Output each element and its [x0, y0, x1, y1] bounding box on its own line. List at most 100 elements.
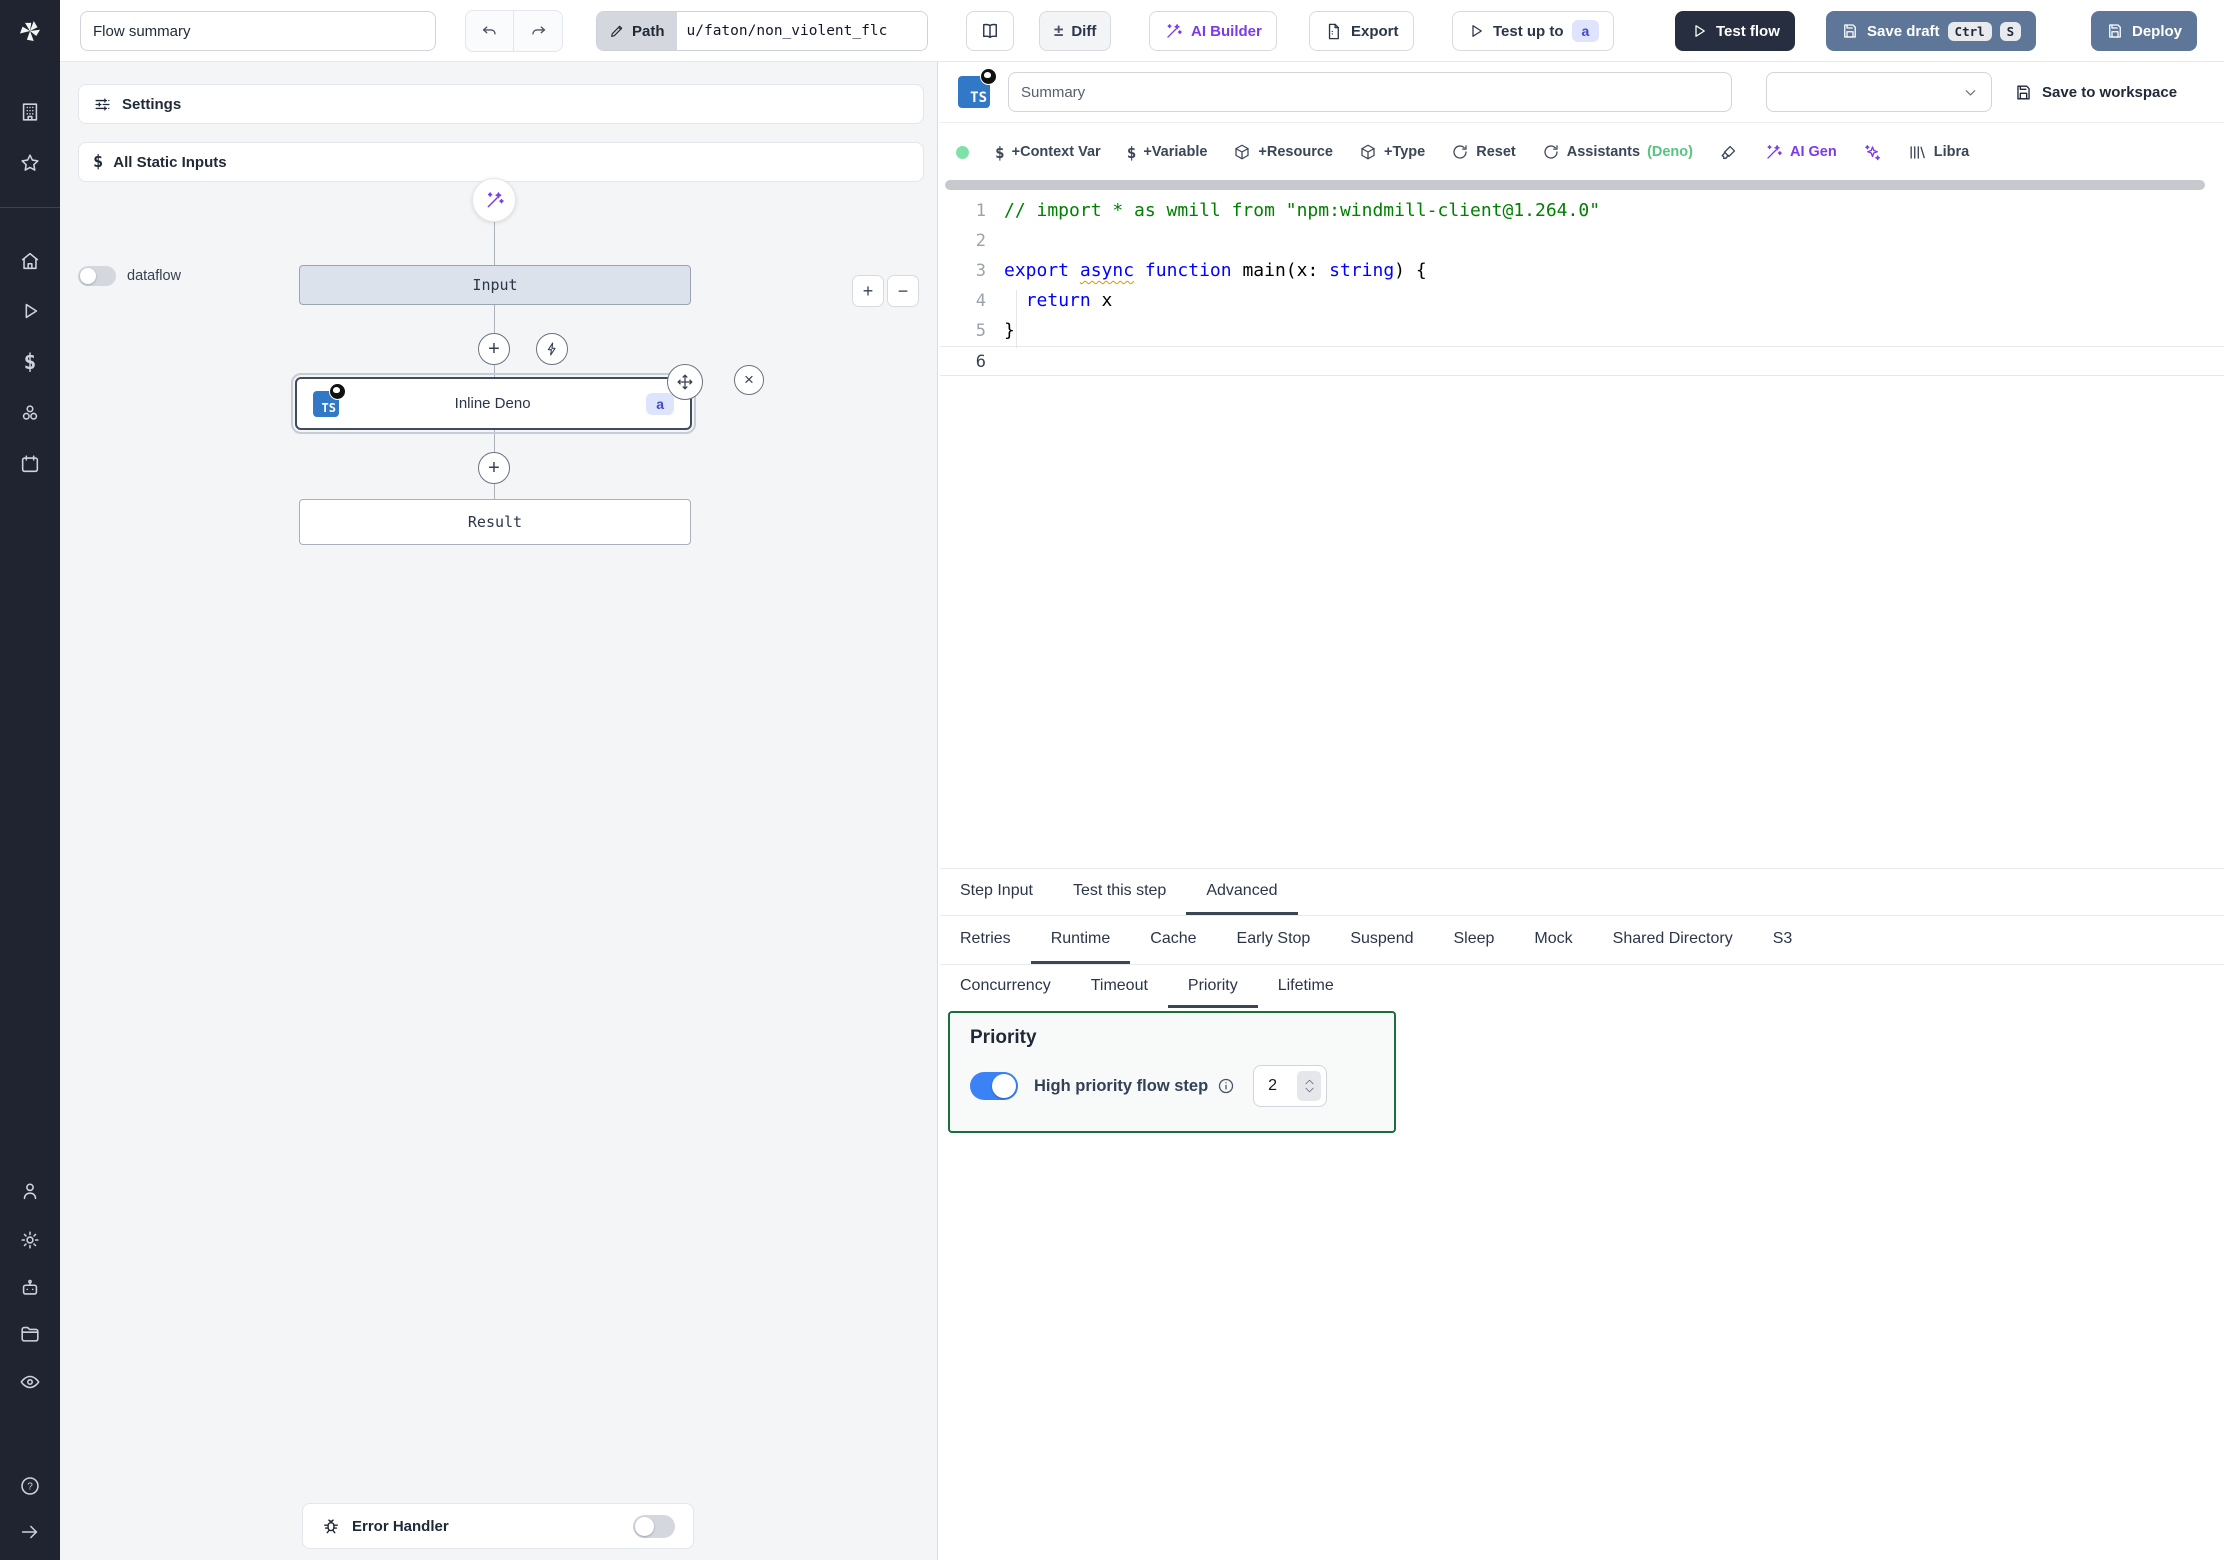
topbar: Flow summary Path u/faton/non_violent_fl… — [60, 0, 2224, 62]
assistants-button[interactable]: Assistants(Deno) — [1542, 143, 1693, 161]
line-number: 1 — [940, 196, 1000, 226]
ai-flow-wand-button[interactable] — [472, 178, 516, 222]
variables-dollar-icon[interactable]: $ — [0, 342, 60, 382]
workspace-icon[interactable] — [0, 92, 60, 132]
all-static-inputs-button[interactable]: $ All Static Inputs — [78, 142, 924, 182]
code-line[interactable]: 3export async function main(x: string) { — [940, 256, 2224, 286]
result-node[interactable]: Result — [299, 499, 691, 545]
library-button[interactable]: Libra — [1908, 143, 1969, 162]
code-line[interactable]: 1// import * as wmill from "npm:windmill… — [940, 196, 2224, 226]
ai-gen-button[interactable]: AI Gen — [1764, 143, 1837, 162]
error-handler-card[interactable]: Error Handler — [302, 1503, 694, 1549]
tab-s3[interactable]: S3 — [1753, 917, 1813, 964]
zoom-out-button[interactable]: − — [887, 275, 919, 307]
add-type-button[interactable]: +Type — [1359, 143, 1425, 161]
info-icon[interactable] — [1217, 1077, 1235, 1095]
path-button[interactable]: Path u/faton/non_violent_flc — [596, 11, 928, 51]
high-priority-toggle[interactable] — [970, 1072, 1018, 1100]
code-editor[interactable]: 1// import * as wmill from "npm:windmill… — [940, 196, 2224, 868]
delete-step-button[interactable]: × — [734, 365, 764, 395]
runs-play-icon[interactable] — [0, 291, 60, 331]
help-icon[interactable]: ? — [0, 1466, 60, 1506]
step-tabs: Step InputTest this stepAdvanced — [940, 868, 2224, 916]
sidebar-divider — [0, 207, 60, 208]
path-value: u/faton/non_violent_flc — [677, 12, 927, 50]
tab-early-stop[interactable]: Early Stop — [1217, 917, 1331, 964]
expand-arrow-icon[interactable] — [0, 1512, 60, 1552]
move-step-button[interactable] — [667, 364, 703, 400]
sparkles-icon[interactable] — [1863, 143, 1882, 162]
editor-horizontal-scrollbar[interactable] — [940, 179, 2224, 191]
tab-priority[interactable]: Priority — [1168, 966, 1258, 1008]
deploy-button[interactable]: Deploy — [2091, 11, 2197, 51]
priority-number-input[interactable]: 2 — [1253, 1065, 1327, 1107]
flow-settings-button[interactable]: Settings — [78, 84, 924, 124]
tab-shared-directory[interactable]: Shared Directory — [1593, 917, 1753, 964]
workers-robot-icon[interactable] — [0, 1268, 60, 1308]
tab-sleep[interactable]: Sleep — [1434, 917, 1515, 964]
error-handler-toggle[interactable] — [633, 1515, 675, 1538]
tab-mock[interactable]: Mock — [1514, 917, 1592, 964]
home-icon[interactable] — [0, 241, 60, 281]
inline-deno-node[interactable]: TS Inline Deno a — [295, 377, 692, 430]
docs-book-button[interactable] — [966, 11, 1014, 51]
folders-icon[interactable] — [0, 1314, 60, 1354]
flow-graph-panel: Settings $ All Static Inputs dataflow + … — [60, 62, 938, 1560]
tab-step-input[interactable]: Step Input — [940, 869, 1053, 915]
add-context-var-button[interactable]: $+Context Var — [995, 143, 1101, 162]
code-line[interactable]: 2 — [940, 226, 2224, 256]
refresh-icon — [1451, 143, 1469, 161]
code-line[interactable]: 5} — [940, 316, 2224, 346]
diff-button[interactable]: ± Diff — [1039, 11, 1111, 51]
tab-test-this-step[interactable]: Test this step — [1053, 869, 1186, 915]
tab-retries[interactable]: Retries — [940, 917, 1031, 964]
number-stepper[interactable] — [1297, 1071, 1321, 1101]
tab-suspend[interactable]: Suspend — [1330, 917, 1433, 964]
tab-advanced[interactable]: Advanced — [1186, 869, 1297, 915]
test-flow-button[interactable]: Test flow — [1675, 11, 1795, 51]
line-number: 6 — [940, 347, 1000, 375]
indent-guide — [1016, 290, 1017, 348]
priority-title: Priority — [970, 1027, 1374, 1049]
code-line[interactable]: 6 — [940, 346, 2224, 376]
settings-gear-icon[interactable] — [0, 1220, 60, 1260]
windmill-logo-icon[interactable] — [0, 0, 60, 62]
export-button[interactable]: Export — [1309, 11, 1414, 51]
add-resource-button[interactable]: +Resource — [1233, 143, 1333, 161]
pencil-icon — [609, 23, 625, 39]
dataflow-toggle[interactable] — [78, 266, 116, 286]
zoom-in-button[interactable]: + — [852, 275, 884, 307]
workspace-script-select[interactable] — [1766, 72, 1992, 112]
resources-icon[interactable] — [0, 393, 60, 433]
tab-lifetime[interactable]: Lifetime — [1258, 966, 1354, 1008]
save-icon — [1841, 22, 1859, 40]
save-draft-button[interactable]: Save draft Ctrl S — [1826, 11, 2036, 51]
format-brush-button[interactable] — [1719, 143, 1738, 162]
input-node[interactable]: Input — [299, 265, 691, 305]
tab-timeout[interactable]: Timeout — [1071, 966, 1168, 1008]
dollar-icon: $ — [995, 143, 1005, 162]
tab-runtime[interactable]: Runtime — [1031, 917, 1131, 964]
add-step-button[interactable]: + — [478, 333, 510, 365]
tab-concurrency[interactable]: Concurrency — [940, 966, 1071, 1008]
user-icon[interactable] — [0, 1171, 60, 1211]
trigger-lightning-button[interactable] — [536, 333, 568, 365]
tab-cache[interactable]: Cache — [1130, 917, 1216, 964]
ai-builder-button[interactable]: AI Builder — [1149, 11, 1277, 51]
priority-panel: Priority High priority flow step 2 — [948, 1011, 1396, 1133]
add-step-button[interactable]: + — [478, 452, 510, 484]
summary-input[interactable]: Summary — [1008, 72, 1732, 112]
schedules-calendar-icon[interactable] — [0, 444, 60, 484]
undo-button[interactable] — [466, 11, 514, 51]
favorites-star-icon[interactable] — [0, 143, 60, 183]
code-line[interactable]: 4 return x — [940, 286, 2224, 316]
redo-button[interactable] — [514, 11, 562, 51]
save-to-workspace-button[interactable]: Save to workspace — [2014, 83, 2177, 102]
audit-eye-icon[interactable] — [0, 1362, 60, 1402]
step-badge: a — [1572, 20, 1600, 42]
test-up-to-button[interactable]: Test up to a — [1452, 11, 1614, 51]
add-variable-button[interactable]: $+Variable — [1127, 143, 1208, 162]
line-number: 5 — [940, 316, 1000, 346]
flow-summary-input[interactable]: Flow summary — [80, 11, 436, 51]
reset-button[interactable]: Reset — [1451, 143, 1516, 161]
